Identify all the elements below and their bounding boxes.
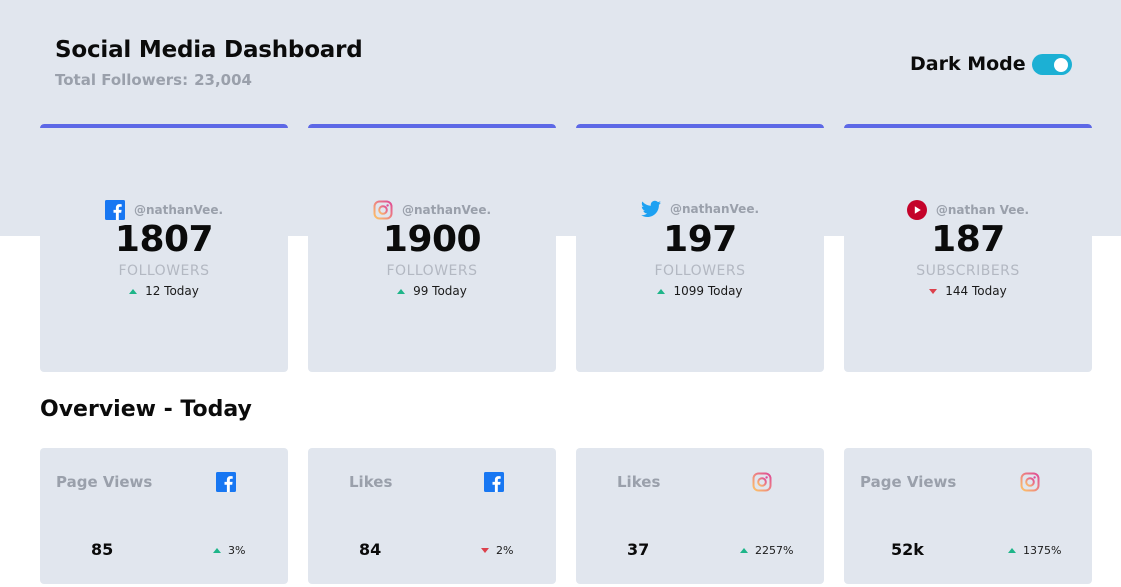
overview-card-change: 1375% xyxy=(1008,544,1061,557)
account-handle: @nathan Vee. xyxy=(935,203,1030,217)
daily-change: 1099 Today xyxy=(576,284,824,298)
follower-count-label: FOLLOWERS xyxy=(654,263,746,279)
card-accent-bar xyxy=(844,124,1092,128)
dark-mode-toggle[interactable] xyxy=(1032,54,1072,75)
subscriber-count-label: SUBSCRIBERS xyxy=(916,263,1020,279)
dark-mode-label: Dark Mode xyxy=(910,53,1026,75)
overview-card-change: 2257% xyxy=(740,544,793,557)
follower-count: 1807 xyxy=(114,219,214,260)
twitter-icon xyxy=(640,200,661,218)
daily-change: 12 Today xyxy=(40,284,288,298)
trend-up-icon xyxy=(1008,548,1016,553)
overview-card-likes-instagram[interactable]: Likes 37 2257% xyxy=(576,448,824,584)
overview-card-value: 52k xyxy=(891,540,924,559)
facebook-icon xyxy=(484,472,504,492)
overview-card-change-text: 2257% xyxy=(755,544,794,557)
overview-card-likes-facebook[interactable]: Likes 84 2% xyxy=(308,448,556,584)
facebook-icon xyxy=(216,472,236,492)
trend-up-icon xyxy=(397,288,406,294)
youtube-icon xyxy=(906,200,927,220)
daily-change-text: 144 Today xyxy=(945,284,1007,298)
daily-change-text: 12 Today xyxy=(145,284,199,298)
subscriber-count: 187 xyxy=(931,219,1005,260)
daily-change-text: 99 Today xyxy=(413,284,467,298)
instagram-icon xyxy=(373,200,393,220)
follower-count-label: FOLLOWERS xyxy=(386,263,478,279)
toggle-knob xyxy=(1054,57,1068,72)
card-accent-bar xyxy=(308,124,556,128)
overview-card-change-text: 2% xyxy=(496,544,514,557)
total-followers-label: Total Followers: xyxy=(55,71,189,89)
overview-card-value: 84 xyxy=(359,540,382,559)
page-title: Social Media Dashboard xyxy=(55,37,363,63)
stat-card-twitter[interactable]: @nathanVee. 197 FOLLOWERS 1099 Today xyxy=(576,124,824,372)
trend-up-icon xyxy=(129,288,138,294)
overview-card-label: Page Views xyxy=(860,473,957,491)
follower-count: 197 xyxy=(663,219,737,260)
overview-card-label: Page Views xyxy=(56,473,153,491)
trend-up-icon xyxy=(740,548,748,553)
overview-card-label: Likes xyxy=(349,473,393,491)
instagram-icon xyxy=(1020,472,1040,492)
trend-up-icon xyxy=(213,548,221,553)
stat-card-youtube[interactable]: @nathan Vee. 187 SUBSCRIBERS 144 Today xyxy=(844,124,1092,372)
account-handle: @nathanVee. xyxy=(133,203,224,217)
account-handle: @nathanVee. xyxy=(401,203,492,217)
follower-count-label: FOLLOWERS xyxy=(118,263,210,279)
overview-card-value: 37 xyxy=(627,540,650,559)
instagram-icon xyxy=(752,472,772,492)
account-handle: @nathanVee. xyxy=(669,202,760,216)
overview-card-change: 3% xyxy=(213,544,245,557)
total-followers-value: 23,004 xyxy=(194,71,252,89)
follower-count: 1900 xyxy=(382,219,482,260)
overview-card-page-views-facebook[interactable]: Page Views 85 3% xyxy=(40,448,288,584)
overview-title: Overview - Today xyxy=(40,397,252,422)
overview-card-change-text: 1375% xyxy=(1023,544,1062,557)
trend-down-icon xyxy=(929,288,938,294)
overview-card-page-views-instagram[interactable]: Page Views 52k 1375% xyxy=(844,448,1092,584)
trend-down-icon xyxy=(481,548,489,553)
overview-card-change: 2% xyxy=(481,544,513,557)
trend-up-icon xyxy=(657,288,666,294)
overview-card-label: Likes xyxy=(617,473,661,491)
facebook-icon xyxy=(104,200,125,220)
daily-change: 99 Today xyxy=(308,284,556,298)
card-accent-bar xyxy=(576,124,824,128)
overview-card-value: 85 xyxy=(91,540,114,559)
card-accent-bar xyxy=(40,124,288,128)
stat-card-facebook[interactable]: @nathanVee. 1807 FOLLOWERS 12 Today xyxy=(40,124,288,372)
daily-change: 144 Today xyxy=(844,284,1092,298)
overview-card-change-text: 3% xyxy=(228,544,246,557)
daily-change-text: 1099 Today xyxy=(673,284,743,298)
stat-card-instagram[interactable]: @nathanVee. 1900 FOLLOWERS 99 Today xyxy=(308,124,556,372)
total-followers: Total Followers: 23,004 xyxy=(55,71,252,89)
